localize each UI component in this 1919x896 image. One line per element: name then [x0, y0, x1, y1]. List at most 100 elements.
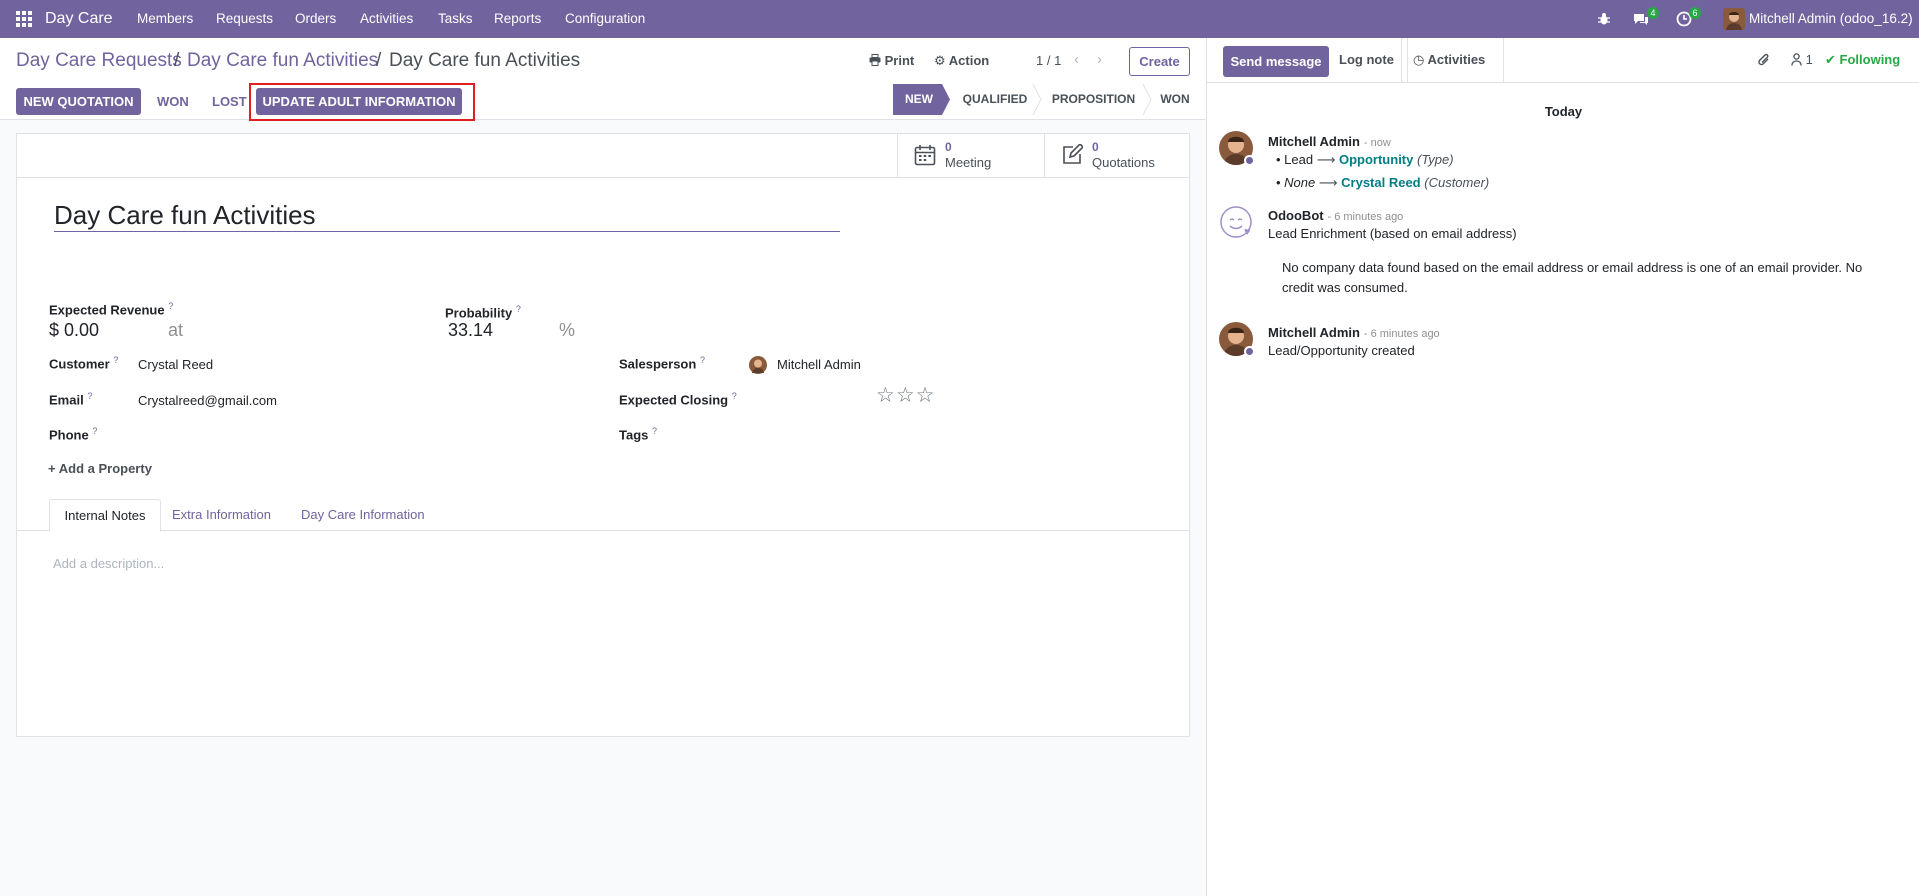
date-separator: Today	[1544, 104, 1583, 119]
messages-icon[interactable]	[1632, 0, 1650, 38]
star-icon[interactable]: ☆	[916, 384, 936, 407]
form-sheet: 0 Meeting 0 Quotations Day Care fun Acti…	[16, 133, 1190, 737]
tab-internal-notes[interactable]: Internal Notes	[49, 499, 161, 532]
pager-next-icon[interactable]: ›	[1097, 51, 1102, 68]
message-body: Lead Enrichment (based on email address)	[1268, 226, 1517, 241]
tracking-change-type: • Lead ⟶ Opportunity (Type)	[1276, 152, 1454, 167]
stage-new[interactable]: NEW	[893, 84, 945, 115]
message-author[interactable]: Mitchell Admin	[1268, 134, 1360, 149]
new-quotation-button[interactable]: NEW QUOTATION	[16, 88, 141, 115]
update-adult-information-button[interactable]: UPDATE ADULT INFORMATION	[256, 88, 462, 115]
menu-tasks[interactable]: Tasks	[438, 0, 473, 38]
send-message-button[interactable]: Send message	[1223, 46, 1329, 77]
log-note-button[interactable]: Log note	[1332, 38, 1402, 82]
action-label: Action	[948, 53, 990, 68]
tracking-change-customer: • None ⟶ Crystal Reed (Customer)	[1276, 175, 1490, 190]
quotations-smart-button[interactable]: 0 Quotations	[1044, 134, 1189, 178]
tab-extra-information[interactable]: Extra Information	[172, 507, 271, 522]
stage-won[interactable]: WON	[1155, 84, 1195, 115]
star-icon[interactable]: ☆	[876, 384, 896, 407]
messages-count-badge: 4	[1647, 7, 1659, 19]
customer-field[interactable]: Crystal Reed	[138, 357, 213, 372]
create-button[interactable]: Create	[1129, 47, 1190, 76]
quotations-label: Quotations	[1092, 155, 1155, 170]
activities-button[interactable]: ◷ Activities	[1413, 38, 1485, 82]
clock-icon: ◷	[1413, 52, 1425, 67]
email-field[interactable]: Crystalreed@gmail.com	[138, 393, 277, 408]
stage-divider	[1142, 84, 1152, 115]
print-icon	[869, 54, 881, 66]
expected-closing-label: Expected Closing ?	[619, 391, 737, 408]
lost-button[interactable]: LOST	[212, 94, 247, 109]
chatter-panel: Send message Log note ◷ Activities 1 ✔ F…	[1206, 38, 1919, 896]
star-icon[interactable]: ☆	[896, 384, 916, 407]
menu-members[interactable]: Members	[137, 0, 193, 38]
followers-count: 1	[1805, 52, 1813, 67]
paperclip-icon[interactable]	[1757, 52, 1771, 68]
probability-input[interactable]: 33.14	[448, 320, 493, 341]
menu-orders[interactable]: Orders	[295, 0, 336, 38]
activities-clock-icon[interactable]	[1676, 0, 1692, 38]
app-name[interactable]: Day Care	[45, 0, 113, 38]
log-note-tab-border	[1407, 38, 1408, 82]
user-menu[interactable]: Mitchell Admin (odoo_16.2)	[1749, 0, 1913, 38]
quotations-count: 0	[1092, 140, 1099, 154]
followers-button[interactable]: 1	[1791, 52, 1813, 67]
menu-reports[interactable]: Reports	[494, 0, 541, 38]
salesperson-field[interactable]: Mitchell Admin	[777, 357, 861, 372]
salesperson-label: Salesperson ?	[619, 355, 705, 372]
edit-icon	[1063, 144, 1083, 164]
breadcrumb-day-care-fun-activities[interactable]: Day Care fun Activities	[187, 50, 378, 72]
control-panel: Day Care Requests / Day Care fun Activit…	[0, 38, 1206, 121]
salesperson-avatar	[749, 356, 767, 374]
at-label: at	[168, 320, 184, 340]
email-label: Email ?	[49, 391, 93, 408]
stage-qualified[interactable]: QUALIFIED	[955, 84, 1035, 115]
message-time: - now	[1363, 137, 1391, 149]
stage-proposition[interactable]: PROPOSITION	[1045, 84, 1142, 115]
won-button[interactable]: WON	[157, 94, 189, 109]
menu-configuration[interactable]: Configuration	[565, 0, 645, 38]
activities-label: Activities	[1427, 52, 1486, 67]
message-time: - 6 minutes ago	[1363, 328, 1440, 340]
pager-value[interactable]: 1 / 1	[1036, 53, 1061, 68]
online-status-dot	[1244, 346, 1255, 357]
probability-label: Probability ?	[445, 304, 521, 321]
menu-requests[interactable]: Requests	[216, 0, 273, 38]
action-button[interactable]: ⚙ Action	[934, 53, 989, 69]
apps-menu-icon[interactable]	[16, 0, 34, 38]
opportunity-title-input[interactable]: Day Care fun Activities	[54, 200, 840, 232]
menu-activities[interactable]: Activities	[360, 0, 413, 38]
breadcrumb-day-care-requests[interactable]: Day Care Requests	[16, 50, 182, 72]
check-icon: ✔	[1825, 52, 1836, 67]
add-property-label: Add a Property	[58, 461, 152, 476]
message-body: Lead/Opportunity created	[1268, 343, 1415, 358]
plus-icon: +	[48, 461, 56, 476]
priority-stars[interactable]: ☆☆☆	[876, 383, 935, 408]
breadcrumb-separator: /	[376, 50, 382, 71]
gear-icon: ⚙	[934, 53, 946, 68]
message-author[interactable]: OdooBot	[1268, 208, 1324, 223]
debug-bug-icon[interactable]	[1597, 0, 1611, 38]
activities-count-badge: 6	[1689, 7, 1701, 19]
breadcrumb-separator: /	[174, 50, 180, 71]
add-property-button[interactable]: + Add a Property	[48, 461, 152, 476]
tab-day-care-information[interactable]: Day Care Information	[301, 507, 425, 522]
page-title: Day Care fun Activities	[389, 50, 581, 71]
top-navbar: Day Care Members Requests Orders Activit…	[0, 0, 1919, 38]
print-button[interactable]: Print	[869, 53, 914, 68]
percent-sign: %	[559, 320, 576, 340]
message-author[interactable]: Mitchell Admin	[1268, 325, 1360, 340]
phone-label: Phone ?	[49, 426, 98, 443]
online-status-dot	[1244, 155, 1255, 166]
phone-field[interactable]	[138, 428, 438, 444]
expected-revenue-input[interactable]: $ 0.00	[49, 320, 99, 341]
user-avatar[interactable]	[1723, 0, 1745, 38]
print-label: Print	[884, 53, 915, 68]
calendar-icon	[914, 145, 936, 166]
message-time: - 6 minutes ago	[1327, 211, 1404, 223]
following-button[interactable]: ✔ Following	[1825, 52, 1900, 68]
description-placeholder[interactable]: Add a description...	[53, 556, 1153, 571]
pager-previous-icon[interactable]: ‹	[1074, 51, 1079, 68]
meeting-smart-button[interactable]: 0 Meeting	[897, 134, 1044, 178]
